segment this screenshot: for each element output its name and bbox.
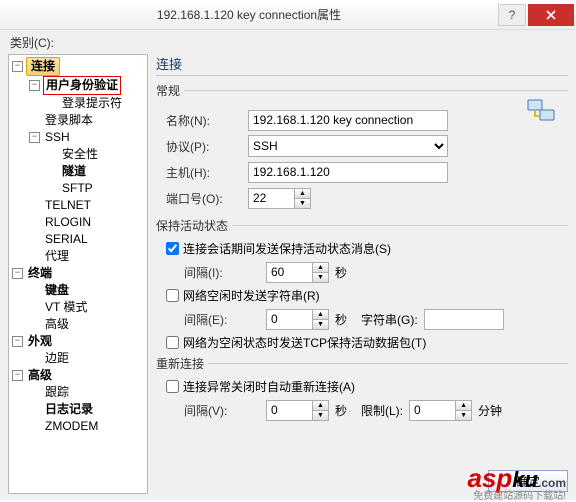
name-label: 名称(N): (156, 112, 248, 129)
expander-icon[interactable]: − (12, 61, 23, 72)
tree-keyboard[interactable]: 键盘 (43, 282, 71, 299)
title-bar: 192.168.1.120 key connection属性 ? (0, 0, 576, 30)
keepalive-msg-checkbox[interactable] (166, 242, 179, 255)
category-tree[interactable]: −连接 −用户身份验证 登录提示符 登录脚本 −SSH 安全性 隧道 SFTP (8, 54, 148, 494)
tree-login-hint[interactable]: 登录提示符 (60, 95, 124, 112)
down-icon[interactable]: ▼ (456, 411, 471, 420)
tree-proxy[interactable]: 代理 (43, 248, 71, 265)
limit-spinner[interactable]: ▲▼ (409, 400, 472, 421)
seconds-label3: 秒 (335, 402, 347, 419)
down-icon[interactable]: ▼ (313, 273, 328, 282)
interval1-spinner[interactable]: ▲▼ (266, 262, 329, 283)
up-icon[interactable]: ▲ (295, 189, 310, 199)
reconnect-group: 重新连接 连接异常关闭时自动重新连接(A) 间隔(V): ▲▼ 秒 限制(L):… (156, 355, 568, 425)
down-icon[interactable]: ▼ (295, 199, 310, 208)
tree-serial[interactable]: SERIAL (43, 231, 90, 248)
port-input[interactable] (248, 188, 294, 209)
up-icon[interactable]: ▲ (313, 310, 328, 320)
tree-advanced-term[interactable]: 高级 (43, 316, 71, 333)
down-icon[interactable]: ▼ (313, 411, 328, 420)
tree-user-auth[interactable]: 用户身份验证 (43, 76, 121, 95)
up-icon[interactable]: ▲ (313, 263, 328, 273)
idle-string-label: 网络空闲时发送字符串(R) (183, 287, 320, 304)
tree-login-script[interactable]: 登录脚本 (43, 112, 95, 129)
seconds-label: 秒 (335, 264, 347, 281)
tree-vtmode[interactable]: VT 模式 (43, 299, 89, 316)
tree-telnet[interactable]: TELNET (43, 197, 93, 214)
idle-string-checkbox[interactable] (166, 289, 179, 302)
tree-log[interactable]: 日志记录 (43, 401, 95, 418)
up-icon[interactable]: ▲ (313, 401, 328, 411)
ok-button[interactable]: 确定 (488, 470, 568, 492)
string-input[interactable] (424, 309, 504, 330)
reconnect-interval-input[interactable] (266, 400, 312, 421)
tree-trace[interactable]: 跟踪 (43, 384, 71, 401)
tree-connection[interactable]: 连接 (26, 57, 60, 76)
expander-icon[interactable]: − (29, 132, 40, 143)
auto-reconnect-checkbox[interactable] (166, 380, 179, 393)
help-button[interactable]: ? (498, 4, 526, 26)
main-panel: 连接 常规 名称(N): 协议(P): SSH 主机(H): 端口号(O): ▲… (156, 54, 568, 492)
host-label: 主机(H): (156, 164, 248, 181)
window-title: 192.168.1.120 key connection属性 (0, 6, 498, 23)
category-label: 类别(C): (10, 34, 54, 51)
tree-appearance[interactable]: 外观 (26, 333, 54, 350)
reconnect-interval-label: 间隔(V): (174, 402, 266, 419)
general-legend: 常规 (156, 82, 184, 99)
keepalive-group: 保持活动状态 连接会话期间发送保持活动状态消息(S) 间隔(I): ▲▼ 秒 网… (156, 217, 568, 351)
tree-margin[interactable]: 边距 (43, 350, 71, 367)
string-label: 字符串(G): (361, 311, 418, 328)
interval2-label: 间隔(E): (174, 311, 266, 328)
protocol-label: 协议(P): (156, 138, 248, 155)
tree-advanced[interactable]: 高级 (26, 367, 54, 384)
down-icon[interactable]: ▼ (313, 320, 328, 329)
name-input[interactable] (248, 110, 448, 131)
expander-icon[interactable]: − (12, 268, 23, 279)
port-spinner[interactable]: ▲▼ (248, 188, 311, 209)
host-input[interactable] (248, 162, 448, 183)
network-icon (526, 96, 558, 128)
expander-icon[interactable]: − (29, 80, 40, 91)
keepalive-legend: 保持活动状态 (156, 217, 232, 234)
limit-label: 限制(L): (361, 402, 403, 419)
content-area: −连接 −用户身份验证 登录提示符 登录脚本 −SSH 安全性 隧道 SFTP (0, 30, 576, 500)
tree-zmodem[interactable]: ZMODEM (43, 418, 100, 435)
interval2-input[interactable] (266, 309, 312, 330)
tree-rlogin[interactable]: RLOGIN (43, 214, 93, 231)
tree-security[interactable]: 安全性 (60, 146, 100, 163)
panel-header: 连接 (156, 54, 568, 76)
reconnect-interval-spinner[interactable]: ▲▼ (266, 400, 329, 421)
up-icon[interactable]: ▲ (456, 401, 471, 411)
interval1-label: 间隔(I): (174, 264, 266, 281)
reconnect-legend: 重新连接 (156, 355, 208, 372)
minutes-label: 分钟 (478, 402, 502, 419)
close-icon (546, 10, 556, 20)
general-group: 常规 名称(N): 协议(P): SSH 主机(H): 端口号(O): ▲▼ (156, 82, 568, 213)
port-label: 端口号(O): (156, 190, 248, 207)
tree-ssh[interactable]: SSH (43, 129, 72, 146)
keepalive-msg-label: 连接会话期间发送保持活动状态消息(S) (183, 240, 391, 257)
interval2-spinner[interactable]: ▲▼ (266, 309, 329, 330)
auto-reconnect-label: 连接异常关闭时自动重新连接(A) (183, 378, 355, 395)
expander-icon[interactable]: − (12, 336, 23, 347)
limit-input[interactable] (409, 400, 455, 421)
tcp-idle-checkbox[interactable] (166, 336, 179, 349)
tree-sftp[interactable]: SFTP (60, 180, 95, 197)
protocol-select[interactable]: SSH (248, 135, 448, 157)
expander-icon[interactable]: − (12, 370, 23, 381)
tcp-idle-label: 网络为空闲状态时发送TCP保持活动数据包(T) (183, 334, 426, 351)
tree-terminal[interactable]: 终端 (26, 265, 54, 282)
interval1-input[interactable] (266, 262, 312, 283)
close-button[interactable] (528, 4, 574, 26)
tree-tunnel[interactable]: 隧道 (60, 163, 88, 180)
seconds-label2: 秒 (335, 311, 347, 328)
